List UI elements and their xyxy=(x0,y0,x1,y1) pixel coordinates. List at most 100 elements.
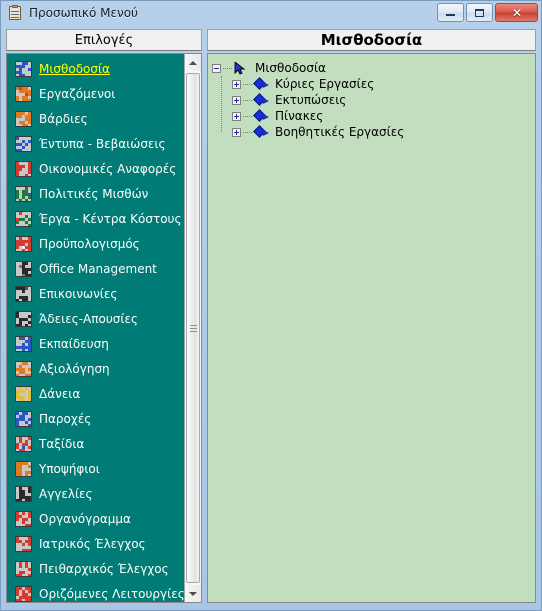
scrollbar-grip-icon xyxy=(189,323,197,334)
expand-expander-icon[interactable] xyxy=(232,111,241,121)
expand-expander-icon[interactable] xyxy=(232,95,241,105)
tree-node-label: Πίνακες xyxy=(275,109,324,123)
list-item[interactable]: Μισθοδοσία xyxy=(7,56,184,81)
candidates-icon xyxy=(15,460,32,477)
list-item-label: Αγγελίες xyxy=(39,486,93,501)
close-button[interactable]: ✕ xyxy=(495,3,538,22)
list-item[interactable]: Δάνεια xyxy=(7,381,184,406)
list-item[interactable]: Πολιτικές Μισθών xyxy=(7,181,184,206)
window-body: Επιλογές Μισθοδοσία Εργαζόμενοι Βάρδιες Έντ… xyxy=(1,25,541,610)
tree-node-label: Εκτυπώσεις xyxy=(275,93,347,107)
forms-icon xyxy=(15,135,32,152)
options-list-container: Μισθοδοσία Εργαζόμενοι Βάρδιες Έντυπα - Βεβ… xyxy=(6,53,202,603)
root-node-icon xyxy=(233,61,251,76)
tree-connector xyxy=(243,115,252,117)
payroll-icon xyxy=(15,60,32,77)
job-ads-icon xyxy=(15,485,32,502)
travel-icon xyxy=(15,435,32,452)
tree-connector xyxy=(243,99,252,101)
list-item[interactable]: Εργαζόμενοι xyxy=(7,81,184,106)
close-icon: ✕ xyxy=(511,5,522,20)
scroll-down-button[interactable] xyxy=(185,585,201,602)
application-window: Προσωπικό Μενού ✕ Επιλογές Μισθοδοσία Εργ… xyxy=(0,0,542,611)
tree-node[interactable]: Εκτυπώσεις xyxy=(232,92,531,108)
list-item[interactable]: Παροχές xyxy=(7,406,184,431)
clipboard-icon xyxy=(7,5,23,21)
training-icon xyxy=(15,335,32,352)
disciplinary-check-icon xyxy=(15,560,32,577)
tree-node[interactable]: Κύριες Εργασίες xyxy=(232,76,531,92)
tree-node[interactable]: Πίνακες xyxy=(232,108,531,124)
list-item-label: Αξιολόγηση xyxy=(39,361,110,376)
tree-node-label: Κύριες Εργασίες xyxy=(275,77,375,91)
benefits-icon xyxy=(15,410,32,427)
list-item-label: Προϋπολογισμός xyxy=(39,236,140,251)
list-item-label: Δάνεια xyxy=(39,386,81,401)
maximize-button[interactable] xyxy=(466,3,493,22)
diamond-node-icon xyxy=(253,108,271,124)
list-item[interactable]: Αξιολόγηση xyxy=(7,356,184,381)
payroll-panel-header: Μισθοδοσία xyxy=(207,29,536,51)
tree-node-label: Βοηθητικές Εργασίες xyxy=(275,125,405,139)
list-item-label: Εργαζόμενοι xyxy=(39,86,116,101)
minimize-icon xyxy=(446,14,455,16)
tree-view: Μισθοδοσία Κύριες Εργασίες Εκτυπώσεις Πίνα… xyxy=(212,60,531,140)
list-item[interactable]: Άδειες-Απουσίες xyxy=(7,306,184,331)
tree-connector xyxy=(243,131,252,133)
list-item[interactable]: Επικοινωνίες xyxy=(7,281,184,306)
list-item-label: Υποψήφιοι xyxy=(39,461,100,476)
list-item-label: Office Management xyxy=(39,261,157,276)
tree-trunk-line xyxy=(221,76,222,132)
loans-icon xyxy=(15,385,32,402)
diamond-node-icon xyxy=(253,76,271,92)
list-item-label: Έντυπα - Βεβαιώσεις xyxy=(39,136,166,151)
expand-expander-icon[interactable] xyxy=(232,79,241,89)
projects-cost-centers-icon xyxy=(15,210,32,227)
list-item-label: Πολιτικές Μισθών xyxy=(39,186,149,201)
scrollbar-thumb[interactable] xyxy=(186,73,200,583)
list-item[interactable]: Προϋπολογισμός xyxy=(7,231,184,256)
tree-connector xyxy=(223,67,232,69)
list-item-label: Οριζόμενες Λειτουργίες xyxy=(39,586,184,601)
expand-expander-icon[interactable] xyxy=(232,127,241,137)
collapse-expander-icon[interactable] xyxy=(212,63,221,73)
list-item[interactable]: Ταξίδια xyxy=(7,431,184,456)
medical-check-icon xyxy=(15,535,32,552)
list-item[interactable]: Αγγελίες xyxy=(7,481,184,506)
diamond-node-icon xyxy=(253,124,271,140)
evaluation-icon xyxy=(15,360,32,377)
options-scrollbar[interactable] xyxy=(184,54,201,602)
scroll-down-icon xyxy=(189,591,197,596)
salary-policies-icon xyxy=(15,185,32,202)
list-item[interactable]: Πειθαρχικός Έλεγχος xyxy=(7,556,184,581)
list-item[interactable]: Βάρδιες xyxy=(7,106,184,131)
list-item[interactable]: Office Management xyxy=(7,256,184,281)
list-item[interactable]: Έργα - Κέντρα Κόστους xyxy=(7,206,184,231)
tree-children: Κύριες Εργασίες Εκτυπώσεις Πίνακες Βοηθητικ… xyxy=(212,76,531,140)
scrollbar-track[interactable] xyxy=(185,71,201,585)
tree-node-root[interactable]: Μισθοδοσία xyxy=(212,60,531,76)
list-item-label: Παροχές xyxy=(39,411,92,426)
budget-icon xyxy=(15,235,32,252)
maximize-icon xyxy=(475,8,484,17)
scroll-up-button[interactable] xyxy=(185,54,201,71)
org-chart-icon xyxy=(15,510,32,527)
options-list[interactable]: Μισθοδοσία Εργαζόμενοι Βάρδιες Έντυπα - Βεβ… xyxy=(7,54,184,602)
list-item[interactable]: Οριζόμενες Λειτουργίες xyxy=(7,581,184,602)
list-item[interactable]: Οικονομικές Αναφορές xyxy=(7,156,184,181)
tree-view-container: Μισθοδοσία Κύριες Εργασίες Εκτυπώσεις Πίνα… xyxy=(207,53,536,603)
list-item-label: Οργανόγραμμα xyxy=(39,511,131,526)
list-item-label: Οικονομικές Αναφορές xyxy=(39,161,177,176)
list-item[interactable]: Οργανόγραμμα xyxy=(7,506,184,531)
list-item[interactable]: Υποψήφιοι xyxy=(7,456,184,481)
minimize-button[interactable] xyxy=(437,3,464,22)
list-item[interactable]: Εκπαίδευση xyxy=(7,331,184,356)
list-item[interactable]: Ιατρικός Έλεγχος xyxy=(7,531,184,556)
shifts-icon xyxy=(15,110,32,127)
custom-functions-icon xyxy=(15,585,32,602)
communications-icon xyxy=(15,285,32,302)
list-item-label: Επικοινωνίες xyxy=(39,286,118,301)
list-item-label: Μισθοδοσία xyxy=(39,61,110,76)
list-item[interactable]: Έντυπα - Βεβαιώσεις xyxy=(7,131,184,156)
tree-node[interactable]: Βοηθητικές Εργασίες xyxy=(232,124,531,140)
